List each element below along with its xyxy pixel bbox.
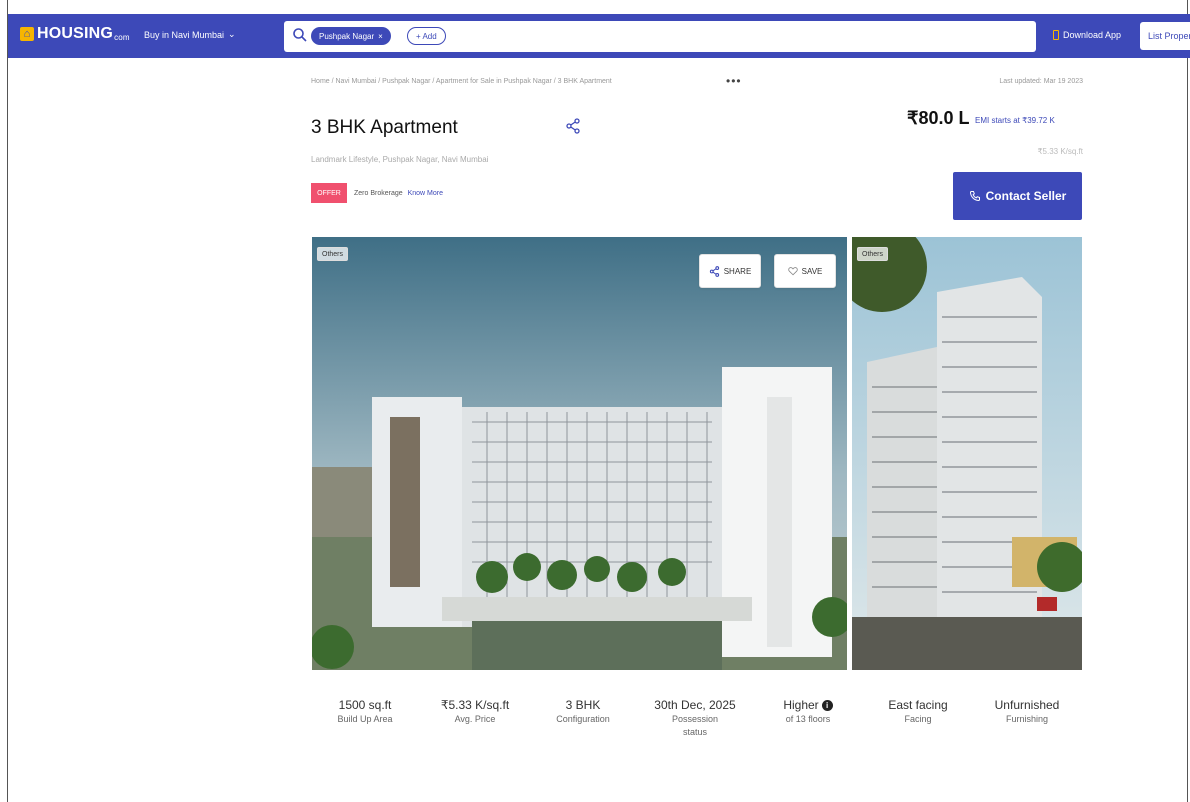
breadcrumb[interactable]: Home / Navi Mumbai / Pushpak Nagar / Apa…: [311, 78, 612, 85]
share-icon: [709, 265, 719, 277]
know-more-link[interactable]: Know More: [408, 190, 443, 197]
fact-label: of 13 floors: [785, 714, 831, 724]
share-button[interactable]: SHARE: [699, 254, 761, 288]
save-button[interactable]: SAVE: [774, 254, 836, 288]
contact-seller-button[interactable]: Contact Seller: [953, 172, 1082, 220]
logo-text: HOUSING: [37, 25, 114, 42]
fact-value: Unfurnished: [994, 698, 1060, 712]
fact-value: East facing: [888, 698, 948, 712]
search-chip-locality[interactable]: Pushpak Nagar ×: [311, 27, 391, 45]
home-icon: ⌂: [20, 27, 34, 41]
brokerage-info: Zero Brokerage Know More: [354, 190, 443, 197]
fact-value: Higher: [783, 698, 819, 712]
top-navigation-bar: ⌂ HOUSING com Buy in Navi Mumbai ⌄ Pushp…: [8, 14, 1190, 58]
info-icon[interactable]: i: [821, 700, 833, 711]
image-category-tag: Others: [317, 247, 349, 261]
last-updated-text: Last updated: Mar 19 2023: [999, 78, 1083, 85]
price-per-sqft: ₹5.33 K/sq.ft: [1037, 147, 1083, 156]
phone-icon: [1053, 30, 1059, 40]
fact-value: 1500 sq.ft: [338, 698, 392, 712]
add-locality-button[interactable]: + Add: [407, 27, 446, 45]
fact-label: Furnishing: [1005, 714, 1049, 724]
fact-label: Configuration: [556, 714, 610, 724]
fact-label: Avg. Price: [454, 714, 496, 724]
phone-call-icon: [969, 191, 980, 202]
building-render-image: [312, 237, 847, 670]
fact-value-row: Higher i: [768, 698, 848, 713]
page-title: 3 BHK Apartment: [311, 117, 458, 138]
fact-label: Build Up Area: [337, 714, 393, 724]
city-selector[interactable]: Buy in Navi Mumbai ⌄: [144, 29, 236, 40]
share-icon[interactable]: [565, 118, 581, 134]
main-property-image[interactable]: Others SHARE SAVE: [312, 237, 847, 670]
search-bar[interactable]: Pushpak Nagar × + Add: [284, 21, 1036, 52]
fact-facing: East facing Facing: [875, 698, 961, 726]
fact-configuration: 3 BHK Configuration: [543, 698, 623, 726]
building-photo-image: [852, 237, 1082, 670]
fact-furnishing: Unfurnished Furnishing: [982, 698, 1072, 726]
download-app-link[interactable]: Download App: [1053, 30, 1121, 40]
list-property-label: List Property: [1148, 31, 1190, 41]
page-border-left: [7, 0, 8, 802]
fact-label: Facing: [904, 714, 932, 724]
fact-label: Possession status: [671, 714, 719, 737]
breadcrumb-more-icon[interactable]: •••: [726, 74, 742, 88]
share-button-label: SHARE: [723, 266, 752, 276]
logo-suffix: com: [114, 32, 130, 42]
price: ₹80.0 L: [907, 108, 970, 128]
search-chip-label: Pushpak Nagar: [319, 31, 375, 41]
fact-value: ₹5.33 K/sq.ft: [440, 698, 510, 712]
close-icon[interactable]: ×: [378, 32, 383, 41]
fact-value: 30th Dec, 2025: [654, 698, 736, 712]
emi-link[interactable]: EMI starts at ₹39.72 K: [975, 116, 1055, 125]
city-selector-label: Buy in Navi Mumbai: [144, 29, 225, 40]
search-icon[interactable]: [292, 27, 308, 43]
contact-seller-label: Contact Seller: [985, 189, 1067, 203]
project-location[interactable]: Landmark Lifestyle, Pushpak Nagar, Navi …: [311, 155, 488, 164]
brokerage-text: Zero Brokerage: [354, 190, 403, 197]
housing-logo[interactable]: ⌂ HOUSING com: [20, 25, 130, 43]
fact-floor: Higher i of 13 floors: [768, 698, 848, 726]
chevron-down-icon: ⌄: [228, 29, 236, 39]
offer-badge: OFFER: [311, 183, 347, 203]
page-border-right: [1187, 0, 1188, 802]
fact-build-up-area: 1500 sq.ft Build Up Area: [325, 698, 405, 726]
heart-icon: [787, 267, 798, 276]
image-category-tag: Others: [857, 247, 889, 261]
list-property-button[interactable]: List Property: [1140, 22, 1190, 50]
download-app-label: Download App: [1063, 30, 1122, 40]
fact-possession-status: 30th Dec, 2025 Possession status: [647, 698, 743, 739]
add-locality-label: + Add: [416, 31, 437, 41]
secondary-property-image[interactable]: Others: [852, 237, 1082, 670]
fact-value: 3 BHK: [565, 698, 601, 712]
fact-avg-price: ₹5.33 K/sq.ft Avg. Price: [430, 698, 520, 726]
save-button-label: SAVE: [801, 266, 823, 276]
